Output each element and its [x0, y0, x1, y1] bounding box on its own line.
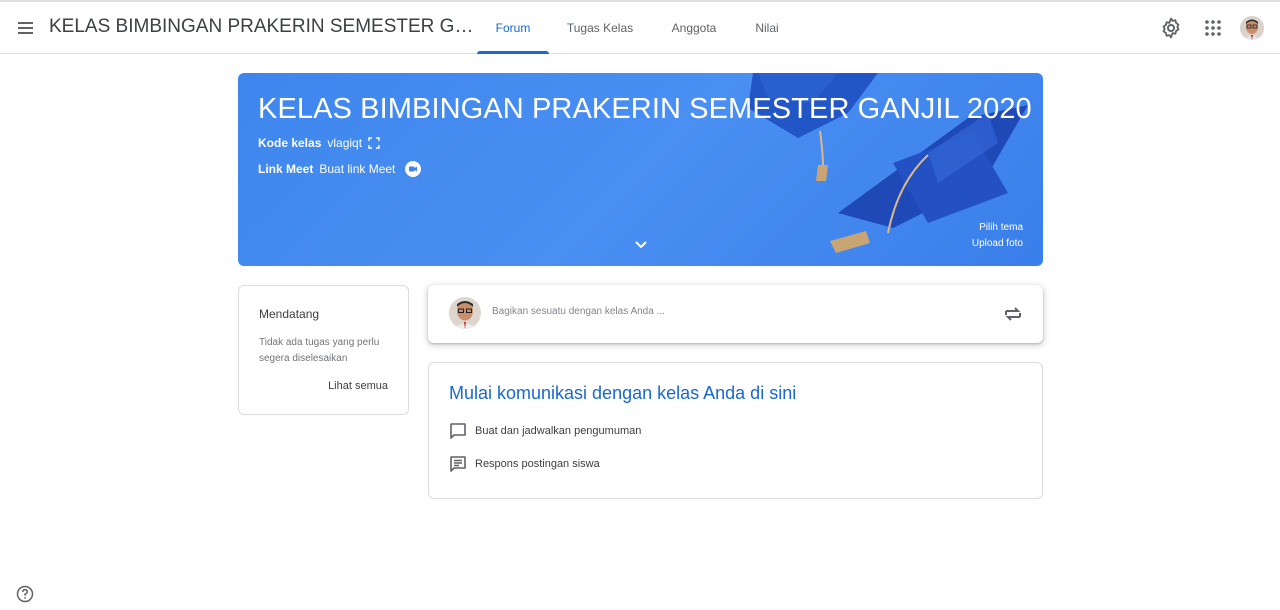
- class-code-label: Kode kelas: [258, 136, 322, 150]
- avatar[interactable]: [1240, 16, 1264, 40]
- upcoming-card: Mendatang Tidak ada tugas yang perlu seg…: [238, 285, 409, 415]
- help-icon[interactable]: [16, 585, 34, 603]
- tab-tugas-kelas[interactable]: Tugas Kelas: [562, 2, 638, 54]
- create-announcement-item: Buat dan jadwalkan pengumuman: [449, 422, 641, 440]
- respond-posts-label: Respons postingan siswa: [475, 458, 600, 470]
- chevron-down-icon[interactable]: [634, 240, 648, 250]
- tab-nilai[interactable]: Nilai: [748, 2, 786, 54]
- comment-icon: [450, 456, 466, 472]
- class-code-row: Kode kelas vlagiqt: [258, 136, 380, 150]
- class-code-value: vlagiqt: [327, 136, 363, 150]
- meet-video-icon[interactable]: [405, 161, 422, 177]
- tab-anggota[interactable]: Anggota: [664, 2, 724, 54]
- banner-title: KELAS BIMBINGAN PRAKERIN SEMESTER GANJIL…: [258, 93, 1032, 125]
- create-announcement-label: Buat dan jadwalkan pengumuman: [475, 425, 642, 437]
- apps-grid-icon[interactable]: [1201, 16, 1225, 40]
- respond-posts-item: Respons postingan siswa: [449, 455, 600, 473]
- announcement-icon: [450, 423, 466, 439]
- class-title[interactable]: KELAS BIMBINGAN PRAKERIN SEMESTER GANJIL…: [49, 16, 479, 38]
- gear-icon[interactable]: [1159, 16, 1183, 40]
- top-bar: KELAS BIMBINGAN PRAKERIN SEMESTER GANJIL…: [0, 0, 1280, 54]
- meet-link-row: Link Meet Buat link Meet: [258, 161, 422, 177]
- communication-title: Mulai komunikasi dengan kelas Anda di si…: [449, 383, 797, 403]
- meet-label: Link Meet: [258, 162, 314, 176]
- upcoming-empty-text: Tidak ada tugas yang perlu segera disele…: [259, 337, 380, 364]
- choose-theme-link[interactable]: Pilih tema: [979, 222, 1023, 233]
- share-input[interactable]: Bagikan sesuatu dengan kelas Anda ...: [492, 306, 665, 317]
- communication-card: Mulai komunikasi dengan kelas Anda di si…: [428, 362, 1043, 499]
- view-all-link[interactable]: Lihat semua: [328, 380, 388, 392]
- upcoming-title: Mendatang: [259, 307, 320, 321]
- fullscreen-icon[interactable]: [368, 137, 380, 149]
- share-box[interactable]: Bagikan sesuatu dengan kelas Anda ...: [428, 285, 1043, 343]
- menu-icon[interactable]: [14, 16, 38, 40]
- upload-photo-link[interactable]: Upload foto: [972, 238, 1023, 249]
- tab-forum[interactable]: Forum: [477, 2, 549, 54]
- create-meet-link[interactable]: Buat link Meet: [319, 162, 395, 176]
- repost-icon[interactable]: [1002, 304, 1024, 324]
- user-avatar: [449, 297, 481, 329]
- class-banner: KELAS BIMBINGAN PRAKERIN SEMESTER GANJIL…: [238, 73, 1043, 266]
